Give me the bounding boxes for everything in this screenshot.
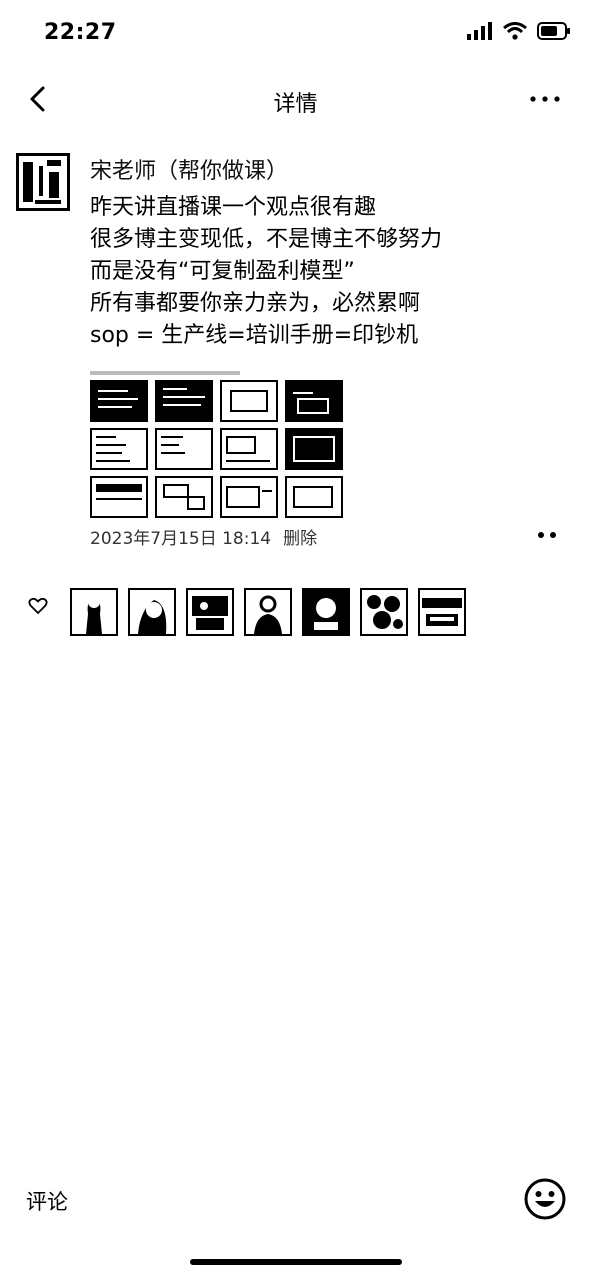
liker-avatar[interactable] bbox=[360, 588, 408, 636]
slide-thumb bbox=[285, 428, 343, 470]
liker-avatar[interactable] bbox=[70, 588, 118, 636]
liker-avatar[interactable] bbox=[244, 588, 292, 636]
cellular-signal-icon bbox=[467, 22, 492, 40]
slide-thumb bbox=[90, 380, 148, 422]
slide-thumb bbox=[155, 476, 213, 518]
heart-icon bbox=[28, 597, 48, 614]
image-caption-strip bbox=[90, 371, 240, 375]
status-icons bbox=[467, 22, 571, 40]
slide-thumb bbox=[285, 380, 343, 422]
delete-link[interactable]: 删除 bbox=[283, 529, 317, 549]
post-actions-icon[interactable] bbox=[531, 527, 561, 543]
avatar-image-icon bbox=[23, 160, 61, 204]
comment-input[interactable]: 评论 bbox=[26, 1186, 68, 1216]
wifi-icon bbox=[503, 22, 527, 40]
emoji-icon[interactable] bbox=[523, 1177, 567, 1221]
slide-thumb bbox=[285, 476, 343, 518]
slide-thumb bbox=[155, 380, 213, 422]
slide-thumb bbox=[220, 476, 278, 518]
more-options-icon[interactable] bbox=[527, 84, 563, 114]
liker-avatar[interactable] bbox=[128, 588, 176, 636]
author-name[interactable]: 宋老师（帮你做课） bbox=[90, 153, 288, 185]
post-timestamp: 2023年7月15日 18:14 bbox=[90, 529, 272, 549]
post-line: 而是没有“可复制盈利模型” bbox=[90, 259, 355, 284]
post-line: 很多博主变现低，不是博主不够努力 bbox=[90, 227, 443, 252]
liker-avatar[interactable] bbox=[186, 588, 234, 636]
nav-bar: 详情 bbox=[0, 70, 591, 130]
status-time: 22:27 bbox=[44, 20, 117, 45]
page-title: 详情 bbox=[273, 92, 318, 117]
author-avatar[interactable] bbox=[16, 153, 70, 211]
post-line: 所有事都要你亲力亲为，必然累啊 bbox=[90, 291, 421, 316]
slide-thumb bbox=[90, 428, 148, 470]
battery-icon bbox=[537, 22, 570, 40]
post-text: 昨天讲直播课一个观点很有趣 很多博主变现低，不是博主不够努力 而是没有“可复制盈… bbox=[90, 192, 570, 352]
slide-thumb bbox=[90, 476, 148, 518]
status-bar: 22:27 bbox=[0, 0, 591, 70]
slide-grid bbox=[90, 380, 343, 518]
post-line: sop = 生产线=培训手册=印钞机 bbox=[90, 323, 419, 348]
likes-row bbox=[28, 588, 476, 636]
home-indicator bbox=[190, 1259, 402, 1265]
post-meta: 2023年7月15日 18:14 删除 bbox=[90, 524, 317, 549]
liker-avatar[interactable] bbox=[418, 588, 466, 636]
post-image[interactable] bbox=[90, 368, 344, 518]
liker-avatar[interactable] bbox=[302, 588, 350, 636]
slide-thumb bbox=[155, 428, 213, 470]
slide-thumb bbox=[220, 428, 278, 470]
slide-thumb bbox=[220, 380, 278, 422]
post-line: 昨天讲直播课一个观点很有趣 bbox=[90, 195, 377, 220]
